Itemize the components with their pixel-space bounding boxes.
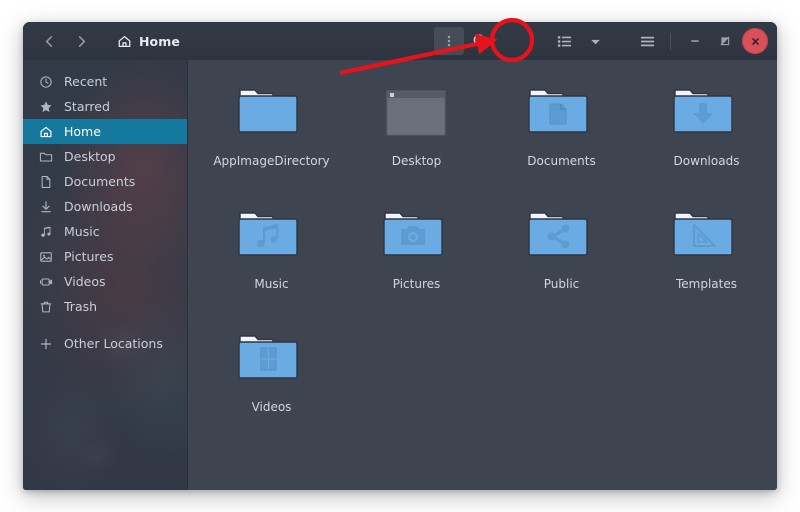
sidebar-item-label: Music	[64, 224, 100, 239]
plus-icon	[38, 336, 53, 351]
file-label: Documents	[527, 154, 596, 168]
file-item[interactable]: Public	[489, 197, 634, 317]
sidebar-item-recent[interactable]: Recent	[23, 69, 187, 94]
breadcrumb-home[interactable]: Home	[109, 31, 188, 52]
file-manager-window: Home Recent Starred Home Desktop Documen…	[23, 22, 777, 490]
sidebar-item-label: Desktop	[64, 149, 116, 164]
document-icon	[38, 174, 53, 189]
sidebar-item-label: Documents	[64, 174, 136, 189]
search-button[interactable]	[465, 27, 495, 55]
main-menu-button[interactable]	[632, 27, 662, 55]
sidebar-item-other-locations[interactable]: Other Locations	[23, 331, 187, 356]
sidebar: Recent Starred Home Desktop Documents Do…	[23, 60, 188, 490]
options-menu-button[interactable]	[434, 27, 464, 55]
file-item[interactable]: Music	[199, 197, 344, 317]
screen: Home Recent Starred Home Desktop Documen…	[0, 0, 800, 512]
forward-button[interactable]	[67, 28, 95, 54]
desktop-preview-icon	[377, 81, 457, 147]
music-note-icon	[38, 224, 53, 239]
sidebar-item-pictures[interactable]: Pictures	[23, 244, 187, 269]
minimize-button[interactable]	[682, 28, 708, 54]
sidebar-list: Recent Starred Home Desktop Documents Do…	[23, 60, 187, 356]
list-view-button[interactable]	[549, 27, 579, 55]
video-camera-icon	[38, 274, 53, 289]
file-item[interactable]: Videos	[199, 320, 344, 440]
sidebar-item-label: Other Locations	[64, 336, 163, 351]
maximize-button[interactable]	[712, 28, 738, 54]
trash-icon	[38, 299, 53, 314]
folder-pictures-icon	[377, 204, 457, 270]
file-label: Desktop	[391, 154, 442, 168]
file-item[interactable]: Pictures	[344, 197, 489, 317]
sidebar-item-home[interactable]: Home	[23, 119, 187, 144]
file-label: Templates	[675, 277, 737, 291]
folder-documents-icon	[522, 81, 602, 147]
file-label: Pictures	[392, 277, 441, 291]
minimize-icon	[691, 40, 699, 42]
download-icon	[38, 199, 53, 214]
clock-icon	[38, 74, 53, 89]
home-icon	[38, 124, 53, 139]
file-item[interactable]: Desktop	[344, 74, 489, 194]
sidebar-item-trash[interactable]: Trash	[23, 294, 187, 319]
file-label: Downloads	[673, 154, 740, 168]
list-view-icon	[557, 35, 571, 47]
vertical-dots-icon	[447, 35, 451, 47]
breadcrumb-label: Home	[139, 33, 180, 49]
window-body: Recent Starred Home Desktop Documents Do…	[23, 60, 777, 490]
maximize-icon	[720, 36, 730, 46]
chevron-down-icon	[590, 39, 600, 44]
folder-public-icon	[522, 204, 602, 270]
file-list-view[interactable]: AppImageDirectory Desktop Documents Down…	[188, 60, 777, 490]
file-item[interactable]: AppImageDirectory	[199, 74, 344, 194]
file-item[interactable]: Templates	[634, 197, 777, 317]
folder-videos-icon	[232, 327, 312, 393]
icon-grid: AppImageDirectory Desktop Documents Down…	[188, 74, 777, 440]
sidebar-item-label: Pictures	[64, 249, 114, 264]
file-label: Music	[254, 277, 289, 291]
folder-music-icon	[232, 204, 312, 270]
sidebar-item-label: Home	[64, 124, 101, 139]
file-label: Public	[543, 277, 580, 291]
folder-icon	[38, 149, 53, 164]
sidebar-item-music[interactable]: Music	[23, 219, 187, 244]
sidebar-item-starred[interactable]: Starred	[23, 94, 187, 119]
back-button[interactable]	[35, 28, 63, 54]
toolbar-divider	[670, 32, 671, 50]
close-button[interactable]	[742, 28, 768, 54]
star-icon	[38, 99, 53, 114]
file-item[interactable]: Documents	[489, 74, 634, 194]
folder-plain-icon	[232, 81, 312, 147]
sidebar-item-label: Starred	[64, 99, 110, 114]
header-right-group	[434, 27, 777, 55]
image-icon	[38, 249, 53, 264]
file-label: Videos	[251, 400, 292, 414]
chevron-right-icon	[78, 35, 85, 47]
sidebar-item-label: Downloads	[64, 199, 133, 214]
search-icon	[473, 33, 487, 48]
sidebar-item-desktop[interactable]: Desktop	[23, 144, 187, 169]
header-left-group: Home	[23, 28, 188, 54]
sidebar-item-documents[interactable]: Documents	[23, 169, 187, 194]
sidebar-item-label: Trash	[64, 299, 98, 314]
view-options-button[interactable]	[580, 27, 610, 55]
header-bar: Home	[23, 22, 777, 61]
folder-downloads-icon	[667, 81, 747, 147]
home-icon	[118, 35, 131, 47]
file-item[interactable]: Downloads	[634, 74, 777, 194]
hamburger-menu-icon	[640, 36, 654, 46]
folder-templates-icon	[667, 204, 747, 270]
close-icon	[751, 37, 759, 45]
file-label: AppImageDirectory	[213, 154, 330, 168]
sidebar-item-videos[interactable]: Videos	[23, 269, 187, 294]
chevron-left-icon	[45, 35, 52, 47]
sidebar-item-label: Videos	[64, 274, 106, 289]
sidebar-item-downloads[interactable]: Downloads	[23, 194, 187, 219]
sidebar-item-label: Recent	[64, 74, 108, 89]
